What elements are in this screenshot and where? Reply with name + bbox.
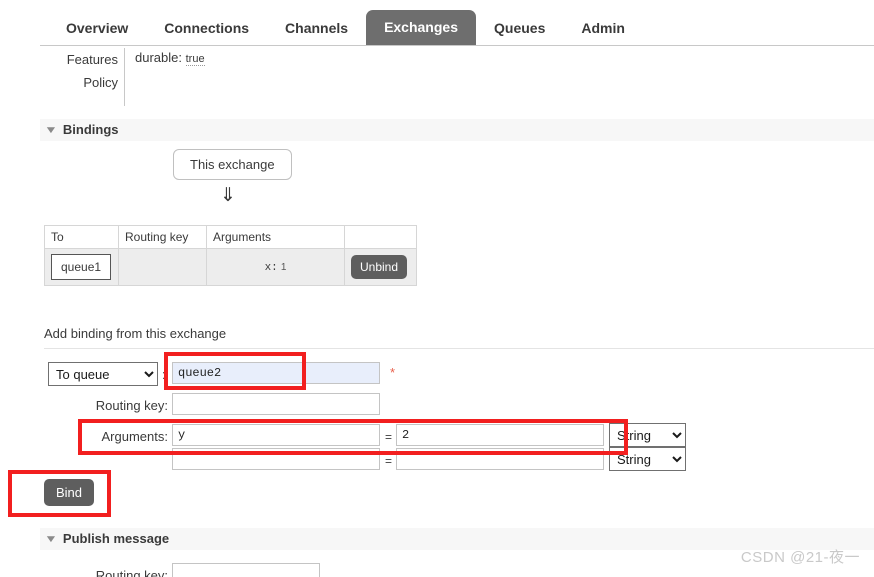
this-exchange-node[interactable]: This exchange — [173, 149, 292, 180]
tab-connections[interactable]: Connections — [146, 12, 267, 45]
nav-divider — [40, 45, 874, 46]
argument-key-input-1[interactable] — [172, 424, 380, 446]
argument-value-input-2[interactable] — [396, 448, 604, 470]
add-binding-title: Add binding from this exchange — [44, 326, 227, 341]
publish-section-title: Publish message — [62, 531, 170, 546]
unbind-button[interactable]: Unbind — [351, 255, 408, 279]
column-header-actions — [344, 225, 417, 249]
binding-argument-key: x: — [264, 261, 278, 274]
argument-equals-2: = — [385, 454, 393, 468]
arguments-label: Arguments: — [101, 429, 168, 444]
durable-label: durable: — [135, 50, 182, 65]
binding-routing-key-cell — [118, 248, 207, 286]
required-marker: * — [390, 365, 396, 380]
column-header-arguments: Arguments — [206, 225, 345, 249]
durable-property: durable: true — [135, 50, 205, 66]
column-header-routing-key: Routing key — [118, 225, 207, 249]
tab-queues[interactable]: Queues — [476, 12, 563, 45]
tab-channels[interactable]: Channels — [267, 12, 366, 45]
bindings-section-title: Bindings — [62, 122, 119, 137]
queue-link-queue1[interactable]: queue1 — [51, 254, 112, 280]
argument-equals-1: = — [385, 430, 393, 444]
argument-key-input-2[interactable] — [172, 448, 380, 470]
add-binding-divider — [44, 348, 874, 349]
chevron-down-icon: ▼ — [44, 534, 58, 545]
binding-argument-value: 1 — [280, 261, 287, 273]
binding-arguments-cell: x: 1 — [206, 248, 345, 286]
binding-flow-arrow-icon: ⇓ — [220, 185, 236, 206]
table-row: queue1 x: 1 Unbind — [44, 248, 417, 286]
rabbitmq-exchange-page: Overview Connections Channels Exchanges … — [0, 0, 874, 577]
chevron-down-icon: ▼ — [44, 125, 58, 136]
bindings-table: To Routing key Arguments queue1 x: 1 Unb… — [44, 225, 417, 286]
durable-value: true — [185, 53, 205, 66]
argument-value-input-1[interactable] — [396, 424, 604, 446]
column-header-to: To — [44, 225, 119, 249]
binding-routing-key-input[interactable] — [172, 393, 380, 415]
nav-tab-list: Overview Connections Channels Exchanges … — [48, 10, 643, 45]
routing-key-label: Routing key: — [95, 398, 168, 413]
sidebar-item-policy: Policy — [83, 75, 118, 90]
exchange-detail-sidebar: Features Policy — [48, 48, 118, 94]
binding-destination-input[interactable] — [172, 362, 380, 384]
tab-admin[interactable]: Admin — [563, 12, 643, 45]
sidebar-item-features: Features — [66, 52, 118, 67]
bindings-table-header-row: To Routing key Arguments — [44, 225, 417, 249]
argument-type-select-2[interactable]: String — [609, 447, 686, 471]
tab-exchanges[interactable]: Exchanges — [366, 10, 476, 45]
destination-colon: : — [162, 367, 166, 382]
bind-button[interactable]: Bind — [44, 479, 95, 506]
main-navigation: Overview Connections Channels Exchanges … — [0, 0, 874, 46]
binding-action-cell: Unbind — [344, 248, 417, 286]
watermark: CSDN @21-夜一 — [740, 549, 860, 566]
binding-destination-cell: queue1 — [44, 248, 119, 286]
bindings-section-header[interactable]: ▼ Bindings — [40, 119, 874, 141]
tab-overview[interactable]: Overview — [48, 12, 146, 45]
publish-routing-key-label: Routing key: — [95, 568, 168, 577]
argument-type-select-1[interactable]: String — [609, 423, 686, 447]
publish-routing-key-input[interactable] — [172, 563, 320, 577]
sidebar-divider — [124, 48, 125, 106]
binding-destination-type-select[interactable]: To queue — [48, 362, 158, 386]
